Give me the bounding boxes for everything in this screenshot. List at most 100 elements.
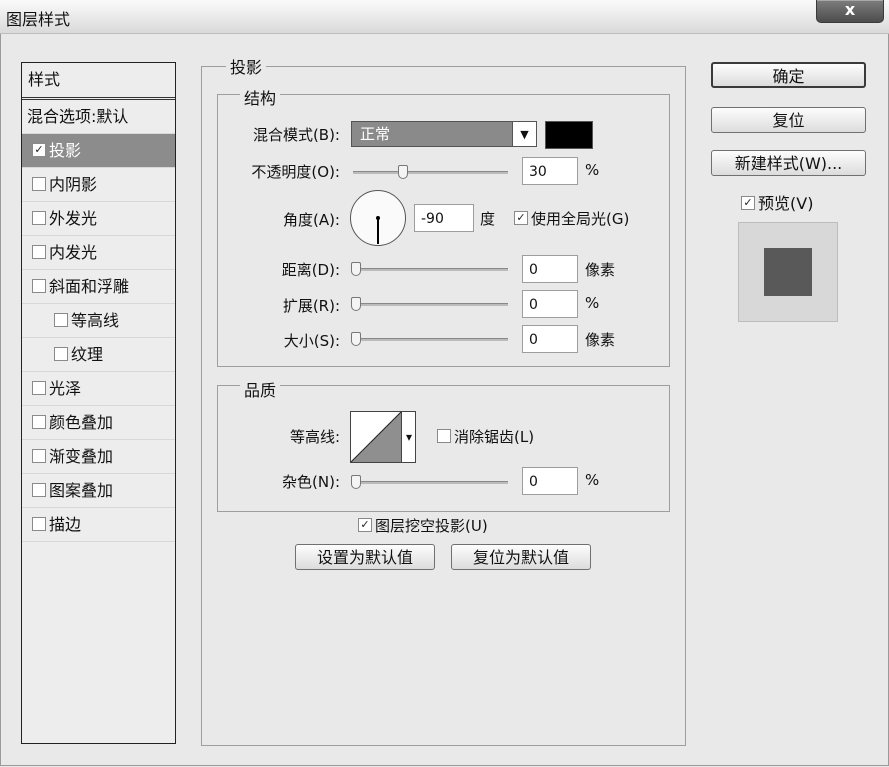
reset-default-button[interactable]: 复位为默认值 <box>451 544 591 570</box>
spread-input[interactable]: 0 <box>522 290 578 318</box>
checkbox-icon[interactable]: ✓ <box>32 142 46 157</box>
style-item-label: 混合选项:默认 <box>27 107 129 126</box>
angle-unit: 度 <box>480 210 496 228</box>
preview-checkbox[interactable]: ✓ 预览(V) <box>741 190 813 214</box>
preview-check-icon[interactable]: ✓ <box>741 195 755 210</box>
angle-input[interactable]: -90 <box>414 204 474 232</box>
opacity-input[interactable]: 30 <box>522 157 578 185</box>
style-preview-swatch <box>764 248 812 296</box>
checkbox-icon[interactable] <box>32 176 46 191</box>
style-item[interactable]: 内阴影 <box>22 168 175 202</box>
chevron-down-icon[interactable]: ▼ <box>513 121 537 147</box>
checkbox-icon[interactable] <box>32 516 46 531</box>
global-light-check-icon[interactable]: ✓ <box>514 210 528 225</box>
opacity-slider[interactable] <box>353 165 508 179</box>
anti-alias-checkbox[interactable]: 消除锯齿(L) <box>437 426 534 447</box>
distance-unit: 像素 <box>585 261 616 279</box>
spread-unit: % <box>585 294 600 312</box>
checkbox-icon[interactable] <box>32 278 46 293</box>
style-item[interactable]: 描边 <box>22 508 175 542</box>
style-item[interactable]: 颜色叠加 <box>22 406 175 440</box>
structure-title: 结构 <box>240 85 281 109</box>
noise-input[interactable]: 0 <box>522 467 578 495</box>
checkbox-icon[interactable] <box>32 482 46 497</box>
window-title: 图层样式 <box>6 10 71 29</box>
style-item-label: 图案叠加 <box>49 481 114 500</box>
contour-label: 等高线: <box>289 428 340 446</box>
noise-unit: % <box>585 471 600 489</box>
preview-label: 预览(V) <box>758 194 814 213</box>
checkbox-icon[interactable] <box>32 380 46 395</box>
style-item-label: 内阴影 <box>49 175 98 194</box>
style-item-label: 外发光 <box>49 209 98 228</box>
new-style-button[interactable]: 新建样式(W)... <box>711 150 866 176</box>
size-slider[interactable] <box>351 332 508 346</box>
knockout-checkbox[interactable]: ✓ 图层挖空投影(U) <box>358 515 488 536</box>
quality-group <box>217 385 670 512</box>
spread-label: 扩展(R): <box>282 297 340 315</box>
checkbox-icon[interactable] <box>54 312 68 327</box>
contour-dropdown-icon[interactable]: ▾ <box>401 412 416 462</box>
size-label: 大小(S): <box>283 332 340 350</box>
distance-slider-handle[interactable] <box>351 262 361 276</box>
style-item[interactable]: 内发光 <box>22 236 175 270</box>
angle-dial[interactable] <box>350 190 406 246</box>
size-input[interactable]: 0 <box>522 325 578 353</box>
opacity-unit: % <box>585 161 600 179</box>
style-item[interactable]: 图案叠加 <box>22 474 175 508</box>
global-light-label: 使用全局光(G) <box>531 210 630 228</box>
drop-shadow-title: 投影 <box>226 54 267 78</box>
blend-mode-select[interactable]: 正常 <box>351 121 513 147</box>
checkbox-icon[interactable] <box>32 244 46 259</box>
ok-button[interactable]: 确定 <box>711 62 866 88</box>
style-item[interactable]: 光泽 <box>22 372 175 406</box>
anti-alias-label: 消除锯齿(L) <box>454 428 535 446</box>
style-item-label: 等高线 <box>71 311 120 330</box>
style-item-label: 投影 <box>49 141 82 160</box>
style-item[interactable]: 斜面和浮雕 <box>22 270 175 304</box>
quality-title: 品质 <box>240 377 281 401</box>
contour-picker[interactable]: ▾ <box>350 411 416 463</box>
shadow-color-swatch[interactable] <box>545 121 593 149</box>
distance-label: 距离(D): <box>281 261 340 279</box>
style-item[interactable]: ✓ 投影 <box>22 134 175 168</box>
styles-list: 样式 混合选项:默认 ✓ 投影内阴影外发光内发光斜面和浮雕等高线纹理光泽颜色叠加渐变… <box>21 62 176 744</box>
style-item[interactable]: 纹理 <box>22 338 175 372</box>
contour-preview-icon <box>351 412 401 462</box>
knockout-label: 图层挖空投影(U) <box>375 517 488 535</box>
distance-input[interactable]: 0 <box>522 255 578 283</box>
global-light-checkbox[interactable]: ✓ 使用全局光(G) <box>514 208 629 229</box>
reset-button[interactable]: 复位 <box>711 107 866 133</box>
checkbox-icon[interactable] <box>32 414 46 429</box>
opacity-slider-handle[interactable] <box>397 165 408 179</box>
make-default-button[interactable]: 设置为默认值 <box>295 544 435 570</box>
size-slider-handle[interactable] <box>351 332 361 346</box>
knockout-check-icon[interactable]: ✓ <box>358 517 372 532</box>
style-item-label: 内发光 <box>49 243 98 262</box>
style-item[interactable]: 混合选项:默认 <box>22 100 175 134</box>
style-item-label: 渐变叠加 <box>49 447 114 466</box>
style-item-label: 斜面和浮雕 <box>49 277 130 296</box>
close-button[interactable]: x <box>816 0 884 23</box>
title-bar: 图层样式 x <box>0 0 889 34</box>
noise-label: 杂色(N): <box>282 473 340 491</box>
style-item-label: 颜色叠加 <box>49 413 114 432</box>
style-item[interactable]: 渐变叠加 <box>22 440 175 474</box>
spread-slider[interactable] <box>351 297 508 311</box>
style-preview <box>738 222 838 322</box>
styles-list-header: 样式 <box>22 63 175 100</box>
noise-slider[interactable] <box>351 475 508 489</box>
checkbox-icon[interactable] <box>54 346 68 361</box>
style-item[interactable]: 等高线 <box>22 304 175 338</box>
style-item-label: 光泽 <box>49 379 82 398</box>
spread-slider-handle[interactable] <box>351 297 361 311</box>
anti-alias-check-icon[interactable] <box>437 428 451 443</box>
blend-mode-label: 混合模式(B): <box>252 126 340 144</box>
style-item[interactable]: 外发光 <box>22 202 175 236</box>
style-item-label: 纹理 <box>71 345 104 364</box>
noise-slider-handle[interactable] <box>351 475 361 489</box>
distance-slider[interactable] <box>351 262 508 276</box>
angle-label: 角度(A): <box>282 211 340 229</box>
checkbox-icon[interactable] <box>32 448 46 463</box>
checkbox-icon[interactable] <box>32 210 46 225</box>
